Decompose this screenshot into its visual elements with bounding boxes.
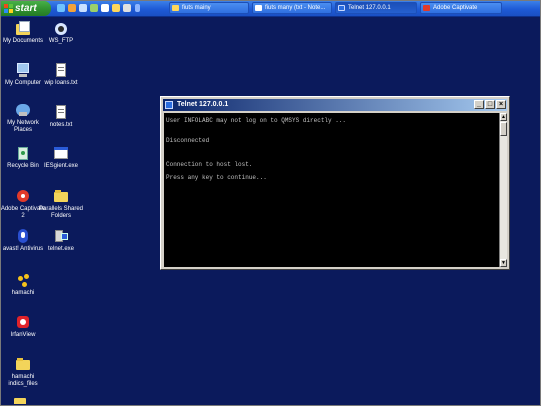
taskbar-button-telnet[interactable]: Telnet 127.0.0.1	[335, 2, 417, 14]
recycle-bin-icon	[15, 145, 31, 161]
start-button[interactable]: start	[1, 1, 51, 16]
network-places-icon	[15, 102, 31, 118]
start-label: start	[15, 3, 37, 14]
desktop-icon-label: IrfanView	[10, 332, 36, 338]
scroll-down-arrow-icon[interactable]: ▼	[500, 259, 507, 267]
desktop-icon-wip-loans[interactable]: wip loans.txt	[38, 62, 84, 87]
desktop-icon-irfanview[interactable]: IrfanView	[0, 314, 46, 339]
desktop-icon-label: WS_FTP	[48, 38, 74, 44]
scroll-thumb[interactable]	[500, 122, 507, 136]
minimize-button[interactable]: _	[474, 100, 484, 109]
my-documents-icon	[15, 20, 31, 36]
scroll-up-arrow-icon[interactable]: ▲	[500, 113, 507, 121]
application-icon	[53, 145, 69, 161]
notepad-icon	[255, 5, 262, 11]
task-label: fiuts mainy	[182, 5, 211, 11]
taskbar-button-captivate[interactable]: Adobe Captivate	[420, 2, 502, 14]
window-title: Telnet 127.0.0.1	[177, 101, 229, 108]
text-file-icon	[53, 62, 69, 78]
desktop-icon-telnet-exe[interactable]: telnet.exe	[38, 228, 84, 253]
antivirus-icon	[15, 228, 31, 244]
quicklaunch-folder-icon[interactable]	[112, 4, 120, 12]
telnet-exe-icon	[53, 228, 69, 244]
my-computer-icon	[15, 62, 31, 78]
telnet-icon	[338, 5, 345, 11]
desktop-icon-ws-ftp[interactable]: WS_FTP	[38, 20, 84, 45]
console-line: Connection to host lost.	[166, 161, 253, 168]
quicklaunch-chevron-icon[interactable]	[135, 4, 140, 12]
folder-icon	[15, 356, 31, 372]
text-file-icon	[53, 104, 69, 120]
desktop-icon-hamachi-files[interactable]: hamachi indics_files	[0, 356, 46, 388]
irfanview-icon	[15, 314, 31, 330]
task-label: Adobe Captivate	[433, 5, 478, 11]
task-label: Telnet 127.0.0.1	[348, 5, 391, 11]
console-line: User INFOLABC may not log on to QMSYS di…	[166, 117, 347, 124]
ws-ftp-icon	[53, 20, 69, 36]
desktop-icon-label: wip loans.txt	[44, 80, 78, 86]
maximize-button[interactable]: □	[485, 100, 495, 109]
captivate-icon	[423, 5, 430, 11]
console-line: Disconnected	[166, 137, 210, 144]
desktop-icon-label: hamachi	[11, 290, 35, 296]
quicklaunch-app-icon[interactable]	[90, 4, 98, 12]
desktop-icon-label: IESgient.exe	[43, 163, 79, 169]
quicklaunch-desktop-icon[interactable]	[79, 4, 87, 12]
desktop-icon-label: notes.txt	[49, 122, 73, 128]
captivate-icon	[15, 188, 31, 204]
console-line: Press any key to continue...	[166, 174, 267, 181]
desktop-icon-notes[interactable]: notes.txt	[38, 104, 84, 129]
quicklaunch-notepad-icon[interactable]	[101, 4, 109, 12]
telnet-titlebar[interactable]: Telnet 127.0.0.1 _ □ ×	[163, 99, 507, 111]
quicklaunch-media-icon[interactable]	[68, 4, 76, 12]
hamachi-icon	[15, 272, 31, 288]
close-button[interactable]: ×	[496, 100, 506, 109]
desktop-icon-label: hamachi indics_files	[8, 374, 38, 387]
telnet-console[interactable]: User INFOLABC may not log on to QMSYS di…	[164, 113, 500, 267]
windows-flag-icon	[4, 4, 13, 13]
vertical-scrollbar[interactable]: ▲ ▼	[499, 113, 507, 267]
quicklaunch-ie-icon[interactable]	[57, 4, 65, 12]
folder-icon	[172, 5, 179, 11]
desktop-icon-parallels-shared-folders[interactable]: Parallels Shared Folders	[38, 188, 84, 220]
desktop-icon-label: telnet.exe	[47, 246, 75, 252]
taskbar-button-folder[interactable]: fiuts mainy	[169, 2, 249, 14]
partial-desktop-icon[interactable]	[14, 398, 26, 404]
task-label: fiuts many (txt - Note...	[265, 5, 326, 11]
shared-folder-icon	[53, 188, 69, 204]
desktop-icon-hamachi[interactable]: hamachi	[0, 272, 46, 297]
taskbar-button-notepad[interactable]: fiuts many (txt - Note...	[252, 2, 332, 14]
quicklaunch-settings-icon[interactable]	[123, 4, 131, 12]
desktop-icon-label: Parallels Shared Folders	[38, 206, 84, 219]
telnet-icon	[165, 101, 173, 109]
desktop-icon-iesgient[interactable]: IESgient.exe	[38, 145, 84, 170]
telnet-window: Telnet 127.0.0.1 _ □ × User INFOLABC may…	[160, 96, 510, 270]
taskbar: start fiuts mainy fiuts many (txt - Note…	[1, 1, 540, 17]
